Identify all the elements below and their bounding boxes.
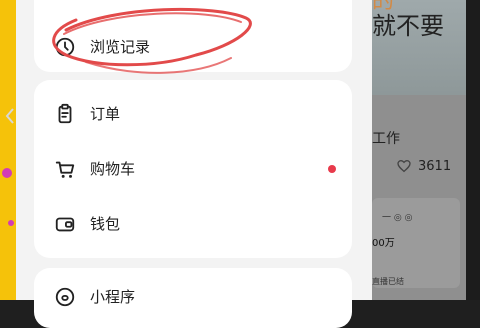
decor-dot [2,168,12,178]
orders-label: 订单 [90,105,121,123]
wallet-icon [55,217,75,232]
mini-meta: 一 ◎ ◎ [382,213,413,223]
mini-program-card: 小程序 [34,268,352,328]
like-counter[interactable]: 3611 [396,158,451,174]
feed-title: 就不要 [372,12,444,40]
right-edge [466,0,480,300]
clipboard-icon [58,103,72,124]
main-menu-card: 订单 购物车 钱包 [34,80,352,258]
notification-dot [328,165,336,173]
side-drawer: 浏览记录 订单 购物车 钱包 小程序 [16,0,372,328]
wallet-item[interactable]: 钱包 [34,203,352,245]
feed-subtitle: 工作 [372,131,400,147]
feed-card[interactable]: 的 就不要 工作 3611 一 ◎ ◎ 00万 直播已结 [372,0,468,300]
cart-icon [55,161,75,178]
like-count: 3611 [418,158,452,174]
chevron-left-icon[interactable] [4,108,16,124]
orders-item[interactable]: 订单 [34,93,352,135]
heart-icon [397,159,411,173]
feed-title-top: 的 [372,0,395,14]
cart-label: 购物车 [90,160,136,178]
feed-background: 的 就不要 工作 3611 一 ◎ ◎ 00万 直播已结 [372,0,480,300]
mini-footer: 直播已结 [372,277,404,286]
highlight-scribble [52,7,252,74]
decor-dot [8,220,14,226]
wallet-label: 钱包 [90,215,121,233]
left-background [0,0,16,300]
mini-amount: 00万 [372,238,395,249]
mini-program-label: 小程序 [90,288,136,306]
cart-item[interactable]: 购物车 [34,148,352,190]
mini-program-icon [55,287,75,307]
mini-program-item[interactable]: 小程序 [34,276,352,318]
